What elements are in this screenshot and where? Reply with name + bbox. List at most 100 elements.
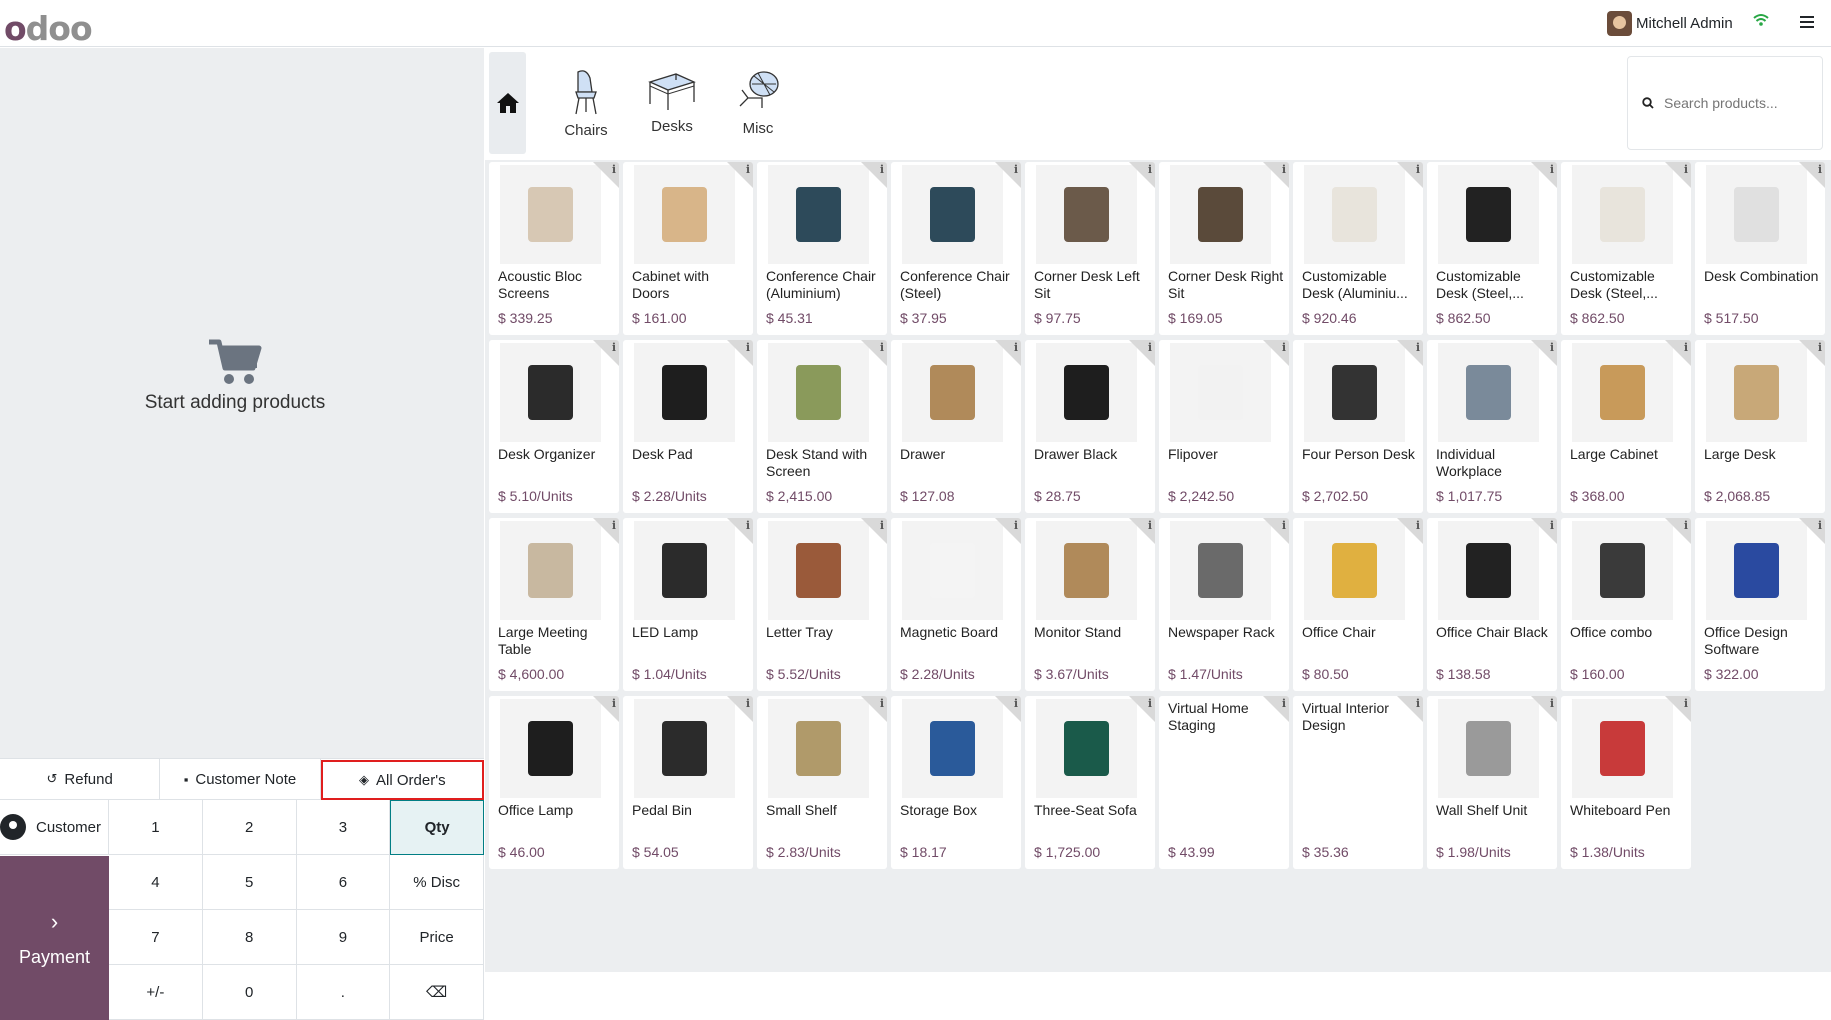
product-card[interactable]: i Magnetic Board $ 2.28/Units	[891, 518, 1021, 691]
info-icon[interactable]: i	[612, 519, 616, 532]
product-card[interactable]: i LED Lamp $ 1.04/Units	[623, 518, 753, 691]
numpad-key-7[interactable]: 7	[109, 910, 203, 965]
info-icon[interactable]: i	[746, 519, 750, 532]
payment-button[interactable]: › Payment	[0, 856, 109, 1020]
product-card[interactable]: i Customizable Desk (Steel,... $ 862.50	[1561, 162, 1691, 335]
info-icon[interactable]: i	[746, 697, 750, 710]
info-icon[interactable]: i	[1148, 519, 1152, 532]
refund-button[interactable]: ↺ Refund	[0, 759, 161, 799]
product-card[interactable]: i Office Design Software $ 322.00	[1695, 518, 1825, 691]
numpad-key-5[interactable]: 5	[202, 855, 297, 910]
info-icon[interactable]: i	[1818, 519, 1822, 532]
customer-button[interactable]: Customer	[0, 800, 109, 855]
info-icon[interactable]: i	[1684, 519, 1688, 532]
product-search[interactable]	[1627, 56, 1823, 150]
info-icon[interactable]: i	[612, 697, 616, 710]
product-card[interactable]: i Drawer $ 127.08	[891, 340, 1021, 513]
product-card[interactable]: i Whiteboard Pen $ 1.38/Units	[1561, 696, 1691, 869]
product-card[interactable]: i Office Chair $ 80.50	[1293, 518, 1423, 691]
odoo-logo[interactable]: odoo	[4, 9, 93, 48]
menu-hamburger-icon[interactable]	[1800, 16, 1814, 31]
info-icon[interactable]: i	[1148, 341, 1152, 354]
product-card[interactable]: i Acoustic Bloc Screens $ 339.25	[489, 162, 619, 335]
product-card[interactable]: i Drawer Black $ 28.75	[1025, 340, 1155, 513]
product-card[interactable]: i Newspaper Rack $ 1.47/Units	[1159, 518, 1289, 691]
product-card[interactable]: i Virtual Home Staging $ 43.99	[1159, 696, 1289, 869]
info-icon[interactable]: i	[1416, 341, 1420, 354]
product-card[interactable]: i Large Meeting Table $ 4,600.00	[489, 518, 619, 691]
product-card[interactable]: i Pedal Bin $ 54.05	[623, 696, 753, 869]
search-input[interactable]	[1664, 95, 1814, 111]
info-icon[interactable]: i	[612, 341, 616, 354]
user-menu[interactable]: Mitchell Admin	[1607, 11, 1733, 36]
product-card[interactable]: i Large Desk $ 2,068.85	[1695, 340, 1825, 513]
product-card[interactable]: i Office Chair Black $ 138.58	[1427, 518, 1557, 691]
product-card[interactable]: i Wall Shelf Unit $ 1.98/Units	[1427, 696, 1557, 869]
info-icon[interactable]: i	[1282, 519, 1286, 532]
numpad-key-8[interactable]: 8	[202, 910, 297, 965]
info-icon[interactable]: i	[1282, 163, 1286, 176]
customer-note-button[interactable]: ▪ Customer Note	[160, 759, 321, 799]
info-icon[interactable]: i	[746, 341, 750, 354]
info-icon[interactable]: i	[1818, 341, 1822, 354]
numpad-key-4[interactable]: 4	[109, 855, 203, 910]
info-icon[interactable]: i	[1014, 697, 1018, 710]
product-card[interactable]: i Large Cabinet $ 368.00	[1561, 340, 1691, 513]
info-icon[interactable]: i	[880, 519, 884, 532]
product-card[interactable]: i Flipover $ 2,242.50	[1159, 340, 1289, 513]
numpad-key-6[interactable]: 6	[296, 855, 391, 910]
info-icon[interactable]: i	[1550, 163, 1554, 176]
all-orders-button[interactable]: ◈ All Order's	[320, 760, 484, 800]
numpad-key-0[interactable]: 0	[202, 965, 297, 1020]
info-icon[interactable]: i	[1014, 519, 1018, 532]
product-card[interactable]: i Cabinet with Doors $ 161.00	[623, 162, 753, 335]
info-icon[interactable]: i	[746, 163, 750, 176]
info-icon[interactable]: i	[1550, 341, 1554, 354]
product-card[interactable]: i Small Shelf $ 2.83/Units	[757, 696, 887, 869]
product-card[interactable]: i Virtual Interior Design $ 35.36	[1293, 696, 1423, 869]
product-card[interactable]: i Customizable Desk (Steel,... $ 862.50	[1427, 162, 1557, 335]
info-icon[interactable]: i	[880, 341, 884, 354]
product-card[interactable]: i Corner Desk Right Sit $ 169.05	[1159, 162, 1289, 335]
info-icon[interactable]: i	[1550, 519, 1554, 532]
product-card[interactable]: i Conference Chair (Aluminium) $ 45.31	[757, 162, 887, 335]
category-chairs[interactable]: Chairs	[546, 68, 626, 139]
info-icon[interactable]: i	[1684, 341, 1688, 354]
numpad-key-3[interactable]: 3	[296, 800, 391, 855]
product-card[interactable]: i Office Lamp $ 46.00	[489, 696, 619, 869]
numpad-key-decimal[interactable]: .	[296, 965, 391, 1020]
product-card[interactable]: i Desk Organizer $ 5.10/Units	[489, 340, 619, 513]
product-card[interactable]: i Individual Workplace $ 1,017.75	[1427, 340, 1557, 513]
home-category-button[interactable]	[489, 52, 526, 154]
numpad-key-9[interactable]: 9	[296, 910, 391, 965]
product-card[interactable]: i Customizable Desk (Aluminiu... $ 920.46	[1293, 162, 1423, 335]
category-desks[interactable]: Desks	[632, 68, 712, 135]
product-card[interactable]: i Letter Tray $ 5.52/Units	[757, 518, 887, 691]
product-card[interactable]: i Desk Pad $ 2.28/Units	[623, 340, 753, 513]
numpad-backspace-key[interactable]: ⌫	[390, 965, 484, 1020]
info-icon[interactable]: i	[1282, 341, 1286, 354]
numpad-key-2[interactable]: 2	[202, 800, 297, 855]
category-misc[interactable]: Misc	[718, 68, 798, 137]
numpad-mode-qty[interactable]: Qty	[390, 800, 484, 855]
info-icon[interactable]: i	[1416, 163, 1420, 176]
product-card[interactable]: i Corner Desk Left Sit $ 97.75	[1025, 162, 1155, 335]
product-card[interactable]: i Conference Chair (Steel) $ 37.95	[891, 162, 1021, 335]
info-icon[interactable]: i	[1550, 697, 1554, 710]
info-icon[interactable]: i	[1014, 341, 1018, 354]
info-icon[interactable]: i	[1818, 163, 1822, 176]
product-card[interactable]: i Monitor Stand $ 3.67/Units	[1025, 518, 1155, 691]
info-icon[interactable]: i	[1148, 163, 1152, 176]
info-icon[interactable]: i	[1014, 163, 1018, 176]
product-card[interactable]: i Desk Stand with Screen $ 2,415.00	[757, 340, 887, 513]
product-card[interactable]: i Office combo $ 160.00	[1561, 518, 1691, 691]
numpad-mode-price[interactable]: Price	[390, 910, 484, 965]
info-icon[interactable]: i	[880, 697, 884, 710]
info-icon[interactable]: i	[1148, 697, 1152, 710]
info-icon[interactable]: i	[1684, 697, 1688, 710]
numpad-mode-discount[interactable]: % Disc	[390, 855, 484, 910]
product-card[interactable]: i Four Person Desk $ 2,702.50	[1293, 340, 1423, 513]
product-card[interactable]: i Three-Seat Sofa $ 1,725.00	[1025, 696, 1155, 869]
info-icon[interactable]: i	[880, 163, 884, 176]
info-icon[interactable]: i	[612, 163, 616, 176]
